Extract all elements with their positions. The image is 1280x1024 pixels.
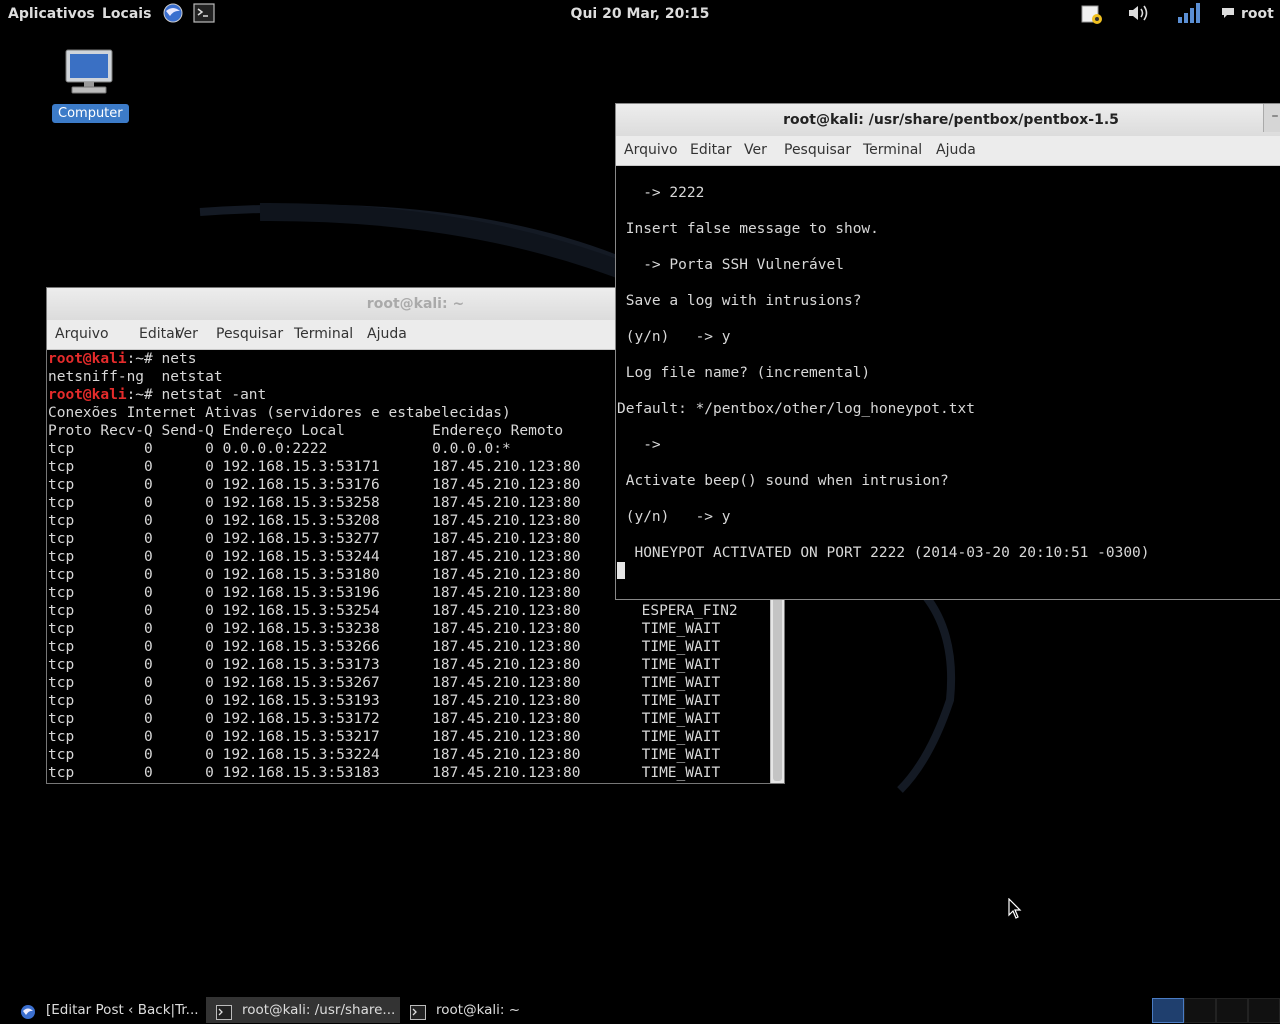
terminal-line: -> Porta SSH Vulnerável (617, 257, 844, 273)
task-label: root@kali: /usr/share... (242, 1002, 396, 1018)
menu-editar[interactable]: Editar (690, 142, 731, 158)
menu-ajuda[interactable]: Ajuda (367, 326, 407, 342)
shell-prompt: root@kali (48, 387, 127, 403)
task-terminal-home[interactable]: root@kali: ~ (400, 997, 586, 1023)
menu-ver[interactable]: Ver (175, 326, 198, 342)
terminal-line: Log file name? (incremental) (617, 365, 871, 381)
terminal-line: Insert false message to show. (617, 221, 879, 237)
terminal-line: tcp 0 0 192.168.15.3:53224 187.45.210.12… (48, 747, 721, 763)
menu-ver[interactable]: Ver (744, 142, 767, 158)
task-label: root@kali: ~ (436, 1002, 521, 1018)
terminal-cursor (617, 562, 625, 579)
terminal-line: HONEYPOT ACTIVATED ON PORT 2222 (2014-03… (617, 545, 1150, 561)
shell-prompt: root@kali (48, 351, 127, 367)
computer-icon (62, 49, 116, 100)
terminal-line: tcp 0 0 192.168.15.3:53173 187.45.210.12… (48, 657, 721, 673)
minimize-button[interactable]: – (1263, 104, 1280, 132)
workspace-1[interactable] (1152, 998, 1184, 1023)
terminal-line: tcp 0 0 192.168.15.3:53254 187.45.210.12… (48, 603, 738, 619)
terminal-line: tcp 0 0 192.168.15.3:53266 187.45.210.12… (48, 639, 721, 655)
shell-command: netstat -ant (161, 387, 267, 403)
terminal-line: (y/n) -> y (617, 509, 731, 525)
terminal-icon (216, 1003, 232, 1023)
menu-arquivo[interactable]: Arquivo (624, 142, 678, 158)
menu-terminal[interactable]: Terminal (863, 142, 922, 158)
shell-command: nets (161, 351, 197, 367)
task-label: [Editar Post ‹ Back|Tr... (46, 1002, 199, 1018)
terminal-line: Activate beep() sound when intrusion? (617, 473, 949, 489)
desktop-icon-computer[interactable]: Computer (52, 48, 129, 123)
terminal-line: Save a log with intrusions? (617, 293, 862, 309)
mouse-pointer-icon (1008, 897, 1022, 924)
terminal-line: tcp 0 0 192.168.15.3:53217 187.45.210.12… (48, 729, 721, 745)
workspace-2[interactable] (1184, 998, 1216, 1023)
terminal-line: tcp 0 0 192.168.15.3:53193 187.45.210.12… (48, 693, 721, 709)
desktop-icon-label: Computer (52, 104, 129, 123)
browser-icon (20, 1003, 36, 1023)
task-terminal-pentbox[interactable]: root@kali: /usr/share... (206, 997, 400, 1023)
terminal-line: Default: */pentbox/other/log_honeypot.tx… (617, 401, 975, 417)
terminal-line: -> 2222 (617, 185, 705, 201)
terminal-line (617, 562, 1280, 580)
terminal-line: tcp 0 0 192.168.15.3:53238 187.45.210.12… (48, 621, 721, 637)
menu-pesquisar[interactable]: Pesquisar (216, 326, 283, 342)
task-browser[interactable]: [Editar Post ‹ Back|Tr... (10, 997, 236, 1023)
prompt-separator: :~# (126, 387, 162, 403)
menu-pesquisar[interactable]: Pesquisar (784, 142, 851, 158)
menubar: Arquivo Editar Ver Pesquisar Terminal Aj… (616, 136, 1280, 166)
prompt-separator: :~# (126, 351, 162, 367)
terminal-line: tcp 0 0 192.168.15.3:53267 187.45.210.12… (48, 675, 721, 691)
menu-arquivo[interactable]: Arquivo (55, 326, 109, 342)
menu-ajuda[interactable]: Ajuda (936, 142, 976, 158)
taskbar: [Editar Post ‹ Back|Tr... root@kali: /us… (0, 996, 1280, 1024)
terminal-output[interactable]: -> 2222 Insert false message to show. ->… (616, 166, 1280, 599)
terminal-icon (410, 1003, 426, 1023)
terminal-line: -> (617, 437, 661, 453)
workspace-3[interactable] (1216, 998, 1248, 1023)
menu-terminal[interactable]: Terminal (294, 326, 353, 342)
workspace-switcher (1150, 996, 1280, 1024)
terminal-line: tcp 0 0 192.168.15.3:53172 187.45.210.12… (48, 711, 721, 727)
workspace-4[interactable] (1248, 998, 1280, 1023)
terminal-window-pentbox[interactable]: root@kali: /usr/share/pentbox/pentbox-1.… (615, 103, 1280, 600)
window-titlebar[interactable]: root@kali: /usr/share/pentbox/pentbox-1.… (616, 104, 1280, 136)
terminal-line: tcp 0 0 192.168.15.3:53183 187.45.210.12… (48, 765, 721, 781)
terminal-line: (y/n) -> y (617, 329, 731, 345)
